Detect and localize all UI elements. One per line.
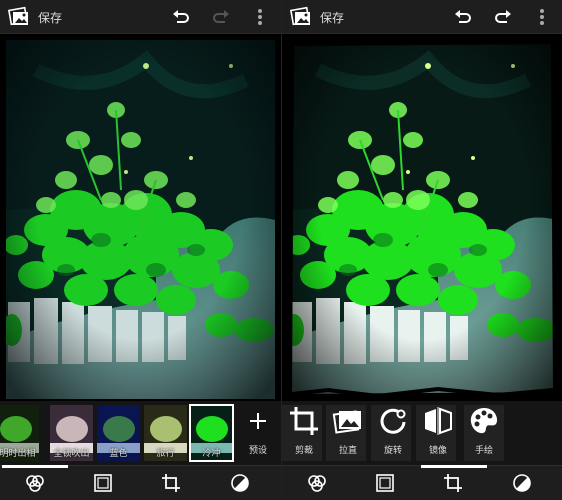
exposure-icon[interactable]: [512, 473, 532, 493]
tool-label: 镜像: [428, 446, 447, 456]
add-icon: [250, 413, 266, 429]
filter-label: 明时出相: [0, 449, 36, 459]
filter-thumb[interactable]: 明时出相: [0, 405, 39, 461]
top-bar: 保存: [282, 0, 562, 34]
mirror-tool-button[interactable]: 镜像: [418, 405, 458, 461]
preset-label: 预设: [248, 446, 267, 456]
rotate-tool-button[interactable]: 旋转: [373, 405, 413, 461]
tool-label: 手绘: [474, 446, 493, 456]
filter-label: 冷冲: [202, 449, 221, 459]
crop-icon: [290, 407, 318, 435]
top-bar: 保存: [0, 0, 281, 34]
photo-preview: [6, 40, 275, 399]
palette-icon: [470, 408, 498, 434]
save-button[interactable]: 保存: [38, 9, 62, 26]
filter-thumb[interactable]: 蓝色: [97, 405, 140, 461]
filters-icon[interactable]: [25, 473, 45, 493]
mirror-icon: [425, 407, 452, 435]
left-panel: 保存 明时出相 全锁吹出 蓝色 旅行 冷冲 预设: [0, 0, 281, 500]
save-button[interactable]: 保存: [320, 9, 344, 26]
frame-icon[interactable]: [375, 473, 395, 493]
more-vert-icon[interactable]: [255, 7, 265, 27]
bottom-tab-bar: [282, 465, 562, 500]
crop-icon[interactable]: [161, 473, 181, 493]
tool-label: 拉直: [338, 446, 357, 456]
photo-app-icon[interactable]: [8, 6, 30, 28]
redo-icon: [213, 10, 229, 23]
straighten-tool-button[interactable]: 拉直: [328, 405, 368, 461]
filter-label: 全锁吹出: [53, 449, 90, 459]
filter-label: 蓝色: [109, 449, 128, 459]
frame-icon[interactable]: [93, 473, 113, 493]
straighten-icon: [332, 410, 361, 434]
filter-thumb-selected[interactable]: 冷冲: [189, 404, 234, 462]
tool-label: 旋转: [383, 446, 402, 456]
undo-icon[interactable]: [171, 7, 191, 27]
filter-thumb[interactable]: 全锁吹出: [50, 405, 93, 461]
more-vert-icon[interactable]: [537, 7, 547, 27]
active-tab-indicator: [2, 465, 68, 468]
photo-canvas: [0, 35, 281, 400]
filter-thumb[interactable]: 旅行: [144, 405, 187, 461]
filter-strip: 明时出相 全锁吹出 蓝色 旅行 冷冲 预设: [0, 401, 281, 465]
photo-app-icon[interactable]: [290, 6, 312, 28]
crop-tool-button[interactable]: 剪裁: [284, 405, 324, 461]
draw-tool-button[interactable]: 手绘: [464, 405, 504, 461]
photo-preview: [288, 40, 557, 399]
right-panel: 保存 剪裁 拉直 旋转 镜像 手绘: [281, 0, 562, 500]
preset-button[interactable]: 预设: [238, 405, 278, 461]
filters-icon[interactable]: [307, 473, 327, 493]
redo-icon[interactable]: [493, 7, 513, 27]
filter-label: 旅行: [156, 449, 175, 459]
bottom-tab-bar: [0, 465, 281, 500]
exposure-icon[interactable]: [230, 473, 250, 493]
rotate-icon: [380, 408, 406, 434]
active-tab-indicator: [421, 465, 487, 468]
tool-label: 剪裁: [294, 446, 313, 456]
photo-canvas: [282, 35, 562, 400]
tool-strip: 剪裁 拉直 旋转 镜像 手绘: [282, 401, 562, 465]
undo-icon[interactable]: [453, 7, 473, 27]
crop-icon[interactable]: [443, 473, 463, 493]
